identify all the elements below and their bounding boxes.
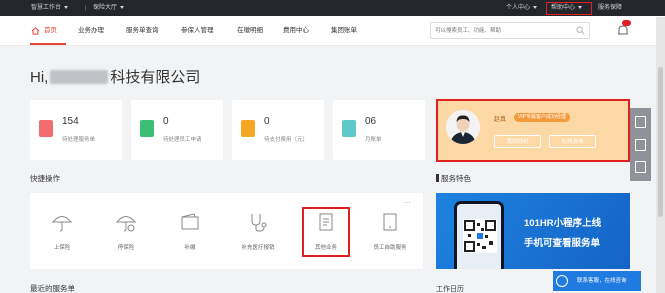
quick-op-insure[interactable]: 上保险 [32,193,92,269]
work-calendar-title: 工作日历 [436,286,464,293]
stethoscope-icon [251,214,267,232]
other-business-highlight [302,207,350,257]
hall-menu[interactable]: 保险大厅 [93,0,125,16]
wallet-icon [181,213,199,230]
brand-menu[interactable]: 智慧工作台 [31,0,69,16]
stat-value: 06 [365,116,377,127]
umbrella-off-icon [115,216,137,232]
greeting-company-suffix: 科技有限公司 [110,69,201,86]
quick-op-label: 上保险 [53,245,71,251]
chevron-down-icon [533,5,538,9]
greeting: Hi, 科技有限公司 [30,66,200,87]
my-broker-button[interactable]: 我的经纪 [494,135,541,148]
search-box[interactable] [430,22,590,39]
home-icon [31,27,40,35]
quick-op-label: 停保险 [117,245,135,251]
quick-op-label: 补充医疗报销 [241,245,275,251]
promo-line-1: 101HR小程序上线 [524,218,602,229]
quick-op-stop-insure[interactable]: 停保险 [96,193,156,269]
application-icon [140,120,154,137]
stat-label: 待处理服务单 [62,137,96,143]
stat-card-monthly-bill[interactable]: 06 月账单 [333,100,425,160]
stat-value: 0 [163,116,169,127]
vip-badge: VIP专属客户成功经理 [514,113,571,122]
service-order-icon [39,120,53,137]
stat-card-pending-applications[interactable]: 0 待处理员工申请 [131,100,223,160]
stat-label: 月账单 [365,137,382,143]
online-consult-button[interactable]: 在线咨询 [549,135,596,148]
more-icon[interactable]: ··· [403,198,411,207]
payment-bag-icon [241,120,255,137]
tab-service-query[interactable]: 服务单查询 [126,16,159,46]
tab-payment-detail[interactable]: 在缴明细 [237,16,263,46]
main-nav: 首页 业务办理 服务单查询 参保人管理 在缴明细 费用中心 集团账单 [0,16,665,46]
scrollbar-thumb[interactable] [658,67,663,217]
quick-ops-title: 快捷操作 [30,174,60,183]
recent-service-title: 最近的服务单 [30,284,75,293]
quick-op-medical-claim[interactable]: 补充医疗报销 [228,193,288,269]
promo-line-2: 手机可查看服务单 [524,238,601,249]
manager-avatar [446,110,480,144]
qr-code-icon [463,219,497,253]
clipboard-icon[interactable] [635,161,646,173]
bill-icon [342,120,356,137]
divider [85,5,86,11]
tab-insured-management[interactable]: 参保人管理 [181,16,214,46]
chevron-down-icon [64,5,69,9]
personal-center-label: 个人中心 [506,5,531,11]
search-input[interactable] [431,23,571,38]
help-center-highlight [546,2,592,15]
list-icon[interactable] [635,139,646,151]
quick-op-label: 员工自助服务 [373,245,407,251]
umbrella-icon [51,216,73,232]
stat-card-pending-payment[interactable]: 0 待支付费用（元） [232,100,324,160]
service-feature-label: 服务特色 [441,174,471,183]
notification-badge [622,20,631,26]
stat-card-pending-service[interactable]: 154 待处理服务单 [30,100,122,160]
chevron-down-icon [120,5,125,9]
service-guarantee-link[interactable]: 服务保障 [598,0,622,16]
brand-label: 智慧工作台 [31,5,62,11]
tab-group-bill[interactable]: 集团账单 [331,16,357,46]
person-icon [446,110,480,144]
promo-banner[interactable]: 101HR小程序上线 手机可查看服务单 [436,193,630,269]
quick-op-label: 补缴 [184,245,196,251]
tab-home[interactable]: 首页 [44,16,57,46]
blurred-company-name [50,70,109,84]
personal-center-menu[interactable]: 个人中心 [506,0,538,16]
stat-value: 0 [264,116,270,127]
stat-label: 待处理员工申请 [163,137,202,143]
quick-op-self-service[interactable]: 员工自助服务 [360,193,420,269]
search-icon[interactable] [576,26,585,35]
stat-value: 154 [62,116,79,127]
floating-toolbar [630,108,651,181]
tab-business[interactable]: 业务办理 [78,16,104,46]
calculator-icon[interactable] [635,116,646,128]
stat-label: 待支付费用（元） [264,137,309,143]
chat-icon [556,275,568,287]
card-icon [383,213,397,231]
hall-label: 保险大厅 [93,5,118,11]
scrollbar[interactable] [656,17,665,293]
manager-name: 赵真 [494,117,507,123]
greeting-prefix: Hi, [30,69,49,86]
quick-ops-panel: 上保险 停保险 补缴 补充医疗报销 其他业务 员工自助服务 [30,193,423,269]
service-feature-title: 服务特色 [436,173,471,184]
tab-fee-center[interactable]: 费用中心 [283,16,309,46]
active-tab-indicator [30,43,66,45]
title-marker [436,174,439,182]
quick-op-back-pay[interactable]: 补缴 [160,193,220,269]
